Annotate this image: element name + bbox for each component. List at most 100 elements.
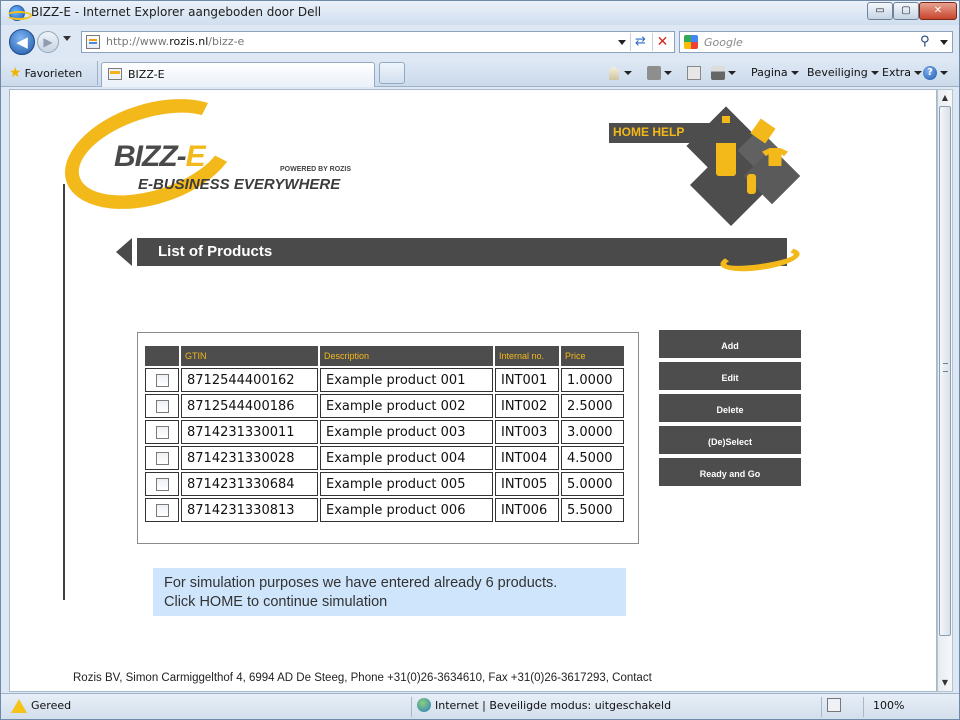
home-help-links[interactable]: HOME HELP bbox=[613, 125, 684, 139]
stop-icon[interactable]: ✕ bbox=[652, 33, 672, 51]
home-button[interactable] bbox=[607, 64, 632, 82]
history-dropdown-icon[interactable] bbox=[63, 36, 71, 41]
chevron-down-icon bbox=[728, 71, 736, 75]
row-checkbox[interactable] bbox=[155, 399, 169, 413]
help-button[interactable]: ? bbox=[923, 64, 948, 82]
address-dropdown-icon[interactable] bbox=[618, 40, 626, 45]
row-checkbox[interactable] bbox=[155, 503, 169, 517]
security-menu[interactable]: Beveiliging bbox=[807, 64, 879, 82]
gtin-cell: 8712544400186 bbox=[181, 394, 318, 418]
scroll-up-icon[interactable]: ▲ bbox=[938, 91, 952, 105]
search-icon[interactable]: ⚲ bbox=[920, 34, 930, 49]
back-arrow-icon[interactable] bbox=[116, 238, 132, 266]
address-bar[interactable]: http://www.rozis.nl/bizz-e ⇄ ✕ bbox=[81, 31, 675, 53]
security-zone[interactable]: Internet | Beveiligde modus: uitgeschake… bbox=[435, 699, 671, 712]
favorites-button[interactable]: ★ Favorieten bbox=[9, 63, 82, 83]
tab-bizz-e[interactable]: BIZZ-E bbox=[101, 62, 375, 87]
internal-no-cell: INT005 bbox=[495, 472, 559, 496]
url-path: /bizz-e bbox=[208, 35, 245, 48]
logo-powered-by: POWERED BY ROZIS bbox=[280, 166, 352, 173]
description-cell: Example product 004 bbox=[320, 446, 493, 470]
gtin-cell: 8714231330011 bbox=[181, 420, 318, 444]
printer-icon bbox=[711, 66, 725, 80]
row-select-cell bbox=[145, 420, 179, 444]
row-select-cell bbox=[145, 368, 179, 392]
bizz-e-logo[interactable]: BIZZ-E E-BUSINESS EVERYWHERE POWERED BY … bbox=[50, 90, 362, 230]
edit-button[interactable]: Edit bbox=[659, 362, 801, 390]
delete-button[interactable]: Delete bbox=[659, 394, 801, 422]
deselect-button[interactable]: (De)Select bbox=[659, 426, 801, 454]
close-button[interactable]: ✕ bbox=[919, 2, 957, 20]
internal-no-cell: INT002 bbox=[495, 394, 559, 418]
description-cell: Example product 003 bbox=[320, 420, 493, 444]
divider bbox=[97, 61, 98, 85]
favorites-label: Favorieten bbox=[24, 67, 83, 80]
protected-mode-icon[interactable] bbox=[827, 698, 841, 712]
price-cell: 3.0000 bbox=[561, 420, 624, 444]
google-icon bbox=[684, 35, 698, 49]
footer-contact: Rozis BV, Simon Carmiggelthof 4, 6994 AD… bbox=[73, 672, 652, 684]
info-line-1: For simulation purposes we have entered … bbox=[164, 575, 558, 591]
feeds-button[interactable] bbox=[647, 64, 672, 82]
page-icon bbox=[108, 68, 122, 80]
gtin-cell: 8714231330684 bbox=[181, 472, 318, 496]
divider bbox=[821, 697, 822, 717]
title-bar: BIZZ-E - Internet Explorer aangeboden do… bbox=[1, 1, 959, 25]
description-cell: Example product 002 bbox=[320, 394, 493, 418]
table-row[interactable]: 8714231330028 Example product 004 INT004… bbox=[145, 446, 624, 470]
row-checkbox[interactable] bbox=[155, 373, 169, 387]
description-cell: Example product 001 bbox=[320, 368, 493, 392]
back-button[interactable]: ◀ bbox=[9, 29, 35, 55]
scroll-down-icon[interactable]: ▼ bbox=[938, 676, 952, 690]
table-row[interactable]: 8714231330813 Example product 006 INT006… bbox=[145, 498, 624, 522]
table-row[interactable]: 8712544400162 Example product 001 INT001… bbox=[145, 368, 624, 392]
logo-tagline: E-BUSINESS EVERYWHERE bbox=[138, 176, 341, 193]
vertical-scrollbar[interactable]: ▲ ▼ bbox=[937, 89, 953, 692]
price-cell: 2.5000 bbox=[561, 394, 624, 418]
logo-text-a: BIZZ- bbox=[114, 140, 187, 173]
refresh-icon[interactable]: ⇄ bbox=[630, 33, 650, 51]
search-dropdown-icon[interactable] bbox=[940, 40, 948, 45]
info-line-2: Click HOME to continue simulation bbox=[164, 594, 388, 610]
url-prefix: http://www. bbox=[106, 35, 170, 48]
table-row[interactable]: 8712544400186 Example product 002 INT002… bbox=[145, 394, 624, 418]
page-menu[interactable]: Pagina bbox=[751, 64, 799, 82]
gtin-cell: 8712544400162 bbox=[181, 368, 318, 392]
add-button[interactable]: Add bbox=[659, 330, 801, 358]
print-button[interactable] bbox=[711, 64, 736, 82]
row-checkbox[interactable] bbox=[155, 451, 169, 465]
products-panel: GTIN Description Internal no. Price 8712… bbox=[137, 332, 639, 544]
chevron-down-icon bbox=[940, 71, 948, 75]
description-cell: Example product 005 bbox=[320, 472, 493, 496]
ready-and-go-button[interactable]: Ready and Go bbox=[659, 458, 801, 486]
chevron-down-icon bbox=[664, 71, 672, 75]
chevron-down-icon bbox=[624, 71, 632, 75]
search-box[interactable]: Google ⚲ bbox=[679, 31, 953, 53]
column-header-description: Description bbox=[320, 346, 493, 366]
page-content: BIZZ-E E-BUSINESS EVERYWHERE POWERED BY … bbox=[9, 89, 937, 692]
zoom-level[interactable]: 100% bbox=[873, 699, 904, 712]
search-placeholder[interactable]: Google bbox=[704, 36, 743, 49]
scrollbar-thumb[interactable] bbox=[939, 106, 951, 636]
row-select-cell bbox=[145, 498, 179, 522]
mail-icon bbox=[687, 66, 701, 80]
row-checkbox[interactable] bbox=[155, 425, 169, 439]
description-cell: Example product 006 bbox=[320, 498, 493, 522]
row-checkbox[interactable] bbox=[155, 477, 169, 491]
minimize-button[interactable]: ▭ bbox=[867, 2, 893, 20]
forward-button[interactable]: ▶ bbox=[37, 31, 59, 53]
tools-menu[interactable]: Extra bbox=[882, 64, 923, 82]
tools-menu-label: Extra bbox=[882, 66, 912, 79]
internal-no-cell: INT003 bbox=[495, 420, 559, 444]
new-tab-button[interactable] bbox=[379, 62, 405, 84]
table-row[interactable]: 8714231330684 Example product 005 INT005… bbox=[145, 472, 624, 496]
url-text[interactable]: http://www.rozis.nl/bizz-e bbox=[106, 35, 244, 48]
page-title: List of Products bbox=[158, 243, 273, 260]
table-row[interactable]: 8714231330011 Example product 003 INT003… bbox=[145, 420, 624, 444]
page-menu-label: Pagina bbox=[751, 66, 788, 79]
url-domain: rozis.nl bbox=[169, 35, 209, 48]
maximize-button[interactable]: ▢ bbox=[893, 2, 919, 20]
price-cell: 1.0000 bbox=[561, 368, 624, 392]
tab-label: BIZZ-E bbox=[128, 68, 165, 81]
mail-button[interactable] bbox=[687, 64, 701, 82]
